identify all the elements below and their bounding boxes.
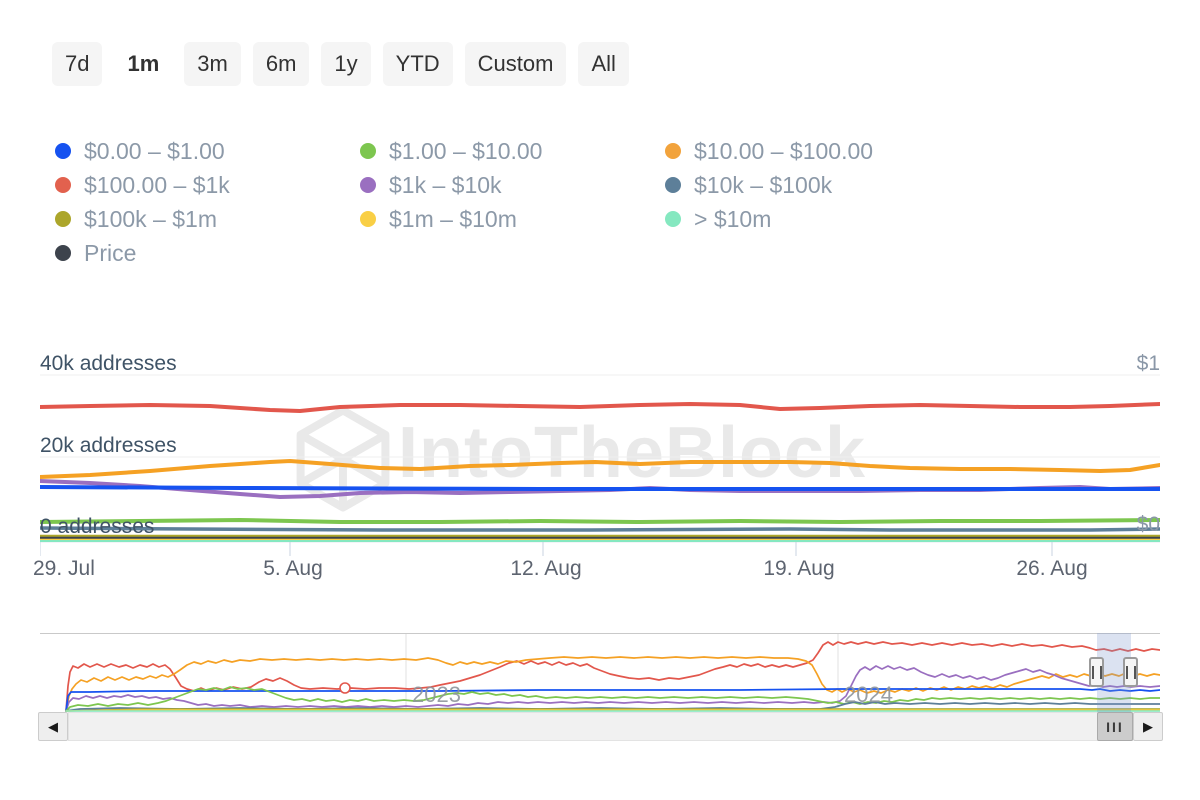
series-$100.00 – $1k[interactable]	[40, 402, 1160, 413]
legend-item-gt-10m[interactable]: > $10m	[665, 202, 970, 236]
x-tick-29-jul: 29. Jul	[33, 557, 95, 580]
legend-dot-icon	[360, 177, 376, 193]
scrollbar-thumb[interactable]: III	[1097, 712, 1133, 741]
legend-item-10-100[interactable]: $10.00 – $100.00	[665, 134, 970, 168]
legend-label: $1m – $10m	[389, 205, 517, 232]
series-$0.00 – $1.00[interactable]	[40, 485, 1160, 491]
x-tick-19-aug: 19. Aug	[763, 557, 835, 580]
range-button-7d[interactable]: 7d	[52, 42, 103, 86]
series-marker-dot	[339, 682, 351, 694]
series-$1.00 – $10.00[interactable]	[40, 518, 1160, 524]
range-button-all[interactable]: All	[578, 42, 629, 86]
price-axis-label-1: $1	[1136, 352, 1160, 375]
main-chart-svg	[40, 374, 1160, 556]
legend-item-1m-10m[interactable]: $1m – $10m	[360, 202, 665, 236]
legend-dot-icon	[360, 143, 376, 159]
series-$10k – $100k[interactable]	[40, 526, 1160, 532]
legend-label: $100k – $1m	[84, 205, 217, 232]
series-$100.00 – $1k[interactable]	[65, 641, 1160, 712]
handle-grip-icon	[1091, 665, 1102, 679]
legend-label: $100.00 – $1k	[84, 171, 230, 198]
legend-item-10k-100k[interactable]: $10k – $100k	[665, 168, 970, 202]
legend-item-0-1[interactable]: $0.00 – $1.00	[55, 134, 360, 168]
page: 7d 1m 3m 6m 1y YTD Custom All $0.00 – $1…	[0, 0, 1200, 800]
chart-legend: $0.00 – $1.00 $1.00 – $10.00 $10.00 – $1…	[55, 134, 970, 270]
navigator-handle-right[interactable]	[1123, 657, 1138, 687]
legend-dot-icon	[665, 211, 681, 227]
scrollbar-left-arrow-icon[interactable]: ◀	[38, 712, 68, 741]
range-button-1y[interactable]: 1y	[321, 42, 371, 86]
price-axis-label-0: $0	[1136, 513, 1160, 536]
legend-dot-icon	[55, 245, 71, 261]
legend-label: > $10m	[694, 205, 772, 232]
legend-item-1-10[interactable]: $1.00 – $10.00	[360, 134, 665, 168]
legend-dot-icon	[665, 177, 681, 193]
range-button-ytd[interactable]: YTD	[382, 42, 453, 86]
y-axis-label-0: 0 addresses	[40, 515, 155, 538]
legend-label: Price	[84, 239, 137, 266]
legend-item-100-1k[interactable]: $100.00 – $1k	[55, 168, 360, 202]
legend-label: $0.00 – $1.00	[84, 137, 225, 164]
navigator-year-2023: 2023	[412, 682, 461, 707]
legend-dot-icon	[55, 143, 71, 159]
navigator-svg	[65, 634, 1160, 712]
range-button-custom[interactable]: Custom	[464, 42, 567, 86]
navigator-year-2024: 2024	[844, 682, 893, 707]
legend-label: $1.00 – $10.00	[389, 137, 543, 164]
series-$10.00 – $100.00[interactable]	[40, 459, 1160, 479]
x-tick-5-aug: 5. Aug	[263, 557, 323, 580]
scrollbar-right-arrow-icon[interactable]: ▶	[1133, 712, 1163, 741]
x-tick-12-aug: 12. Aug	[510, 557, 582, 580]
range-button-3m[interactable]: 3m	[184, 42, 241, 86]
main-chart-plot-area[interactable]	[40, 350, 1160, 556]
range-button-1m[interactable]: 1m	[114, 42, 173, 86]
legend-label: $10.00 – $100.00	[694, 137, 874, 164]
legend-item-price[interactable]: Price	[55, 236, 360, 270]
scrollbar-track[interactable]	[68, 712, 1133, 741]
y-axis-label-40k: 40k addresses	[40, 352, 177, 375]
legend-label: $1k – $10k	[389, 171, 502, 198]
y-axis-label-20k: 20k addresses	[40, 434, 177, 457]
legend-item-1k-10k[interactable]: $1k – $10k	[360, 168, 665, 202]
legend-dot-icon	[665, 143, 681, 159]
handle-grip-icon	[1125, 665, 1136, 679]
time-range-selector: 7d 1m 3m 6m 1y YTD Custom All	[52, 42, 629, 86]
navigator-minimap[interactable]	[40, 633, 1160, 712]
x-tick-26-aug: 26. Aug	[1016, 557, 1088, 580]
legend-label: $10k – $100k	[694, 171, 833, 198]
navigator-handle-left[interactable]	[1089, 657, 1104, 687]
legend-dot-icon	[55, 177, 71, 193]
range-button-6m[interactable]: 6m	[252, 42, 310, 86]
legend-dot-icon	[360, 211, 376, 227]
legend-item-100k-1m[interactable]: $100k – $1m	[55, 202, 360, 236]
legend-dot-icon	[55, 211, 71, 227]
